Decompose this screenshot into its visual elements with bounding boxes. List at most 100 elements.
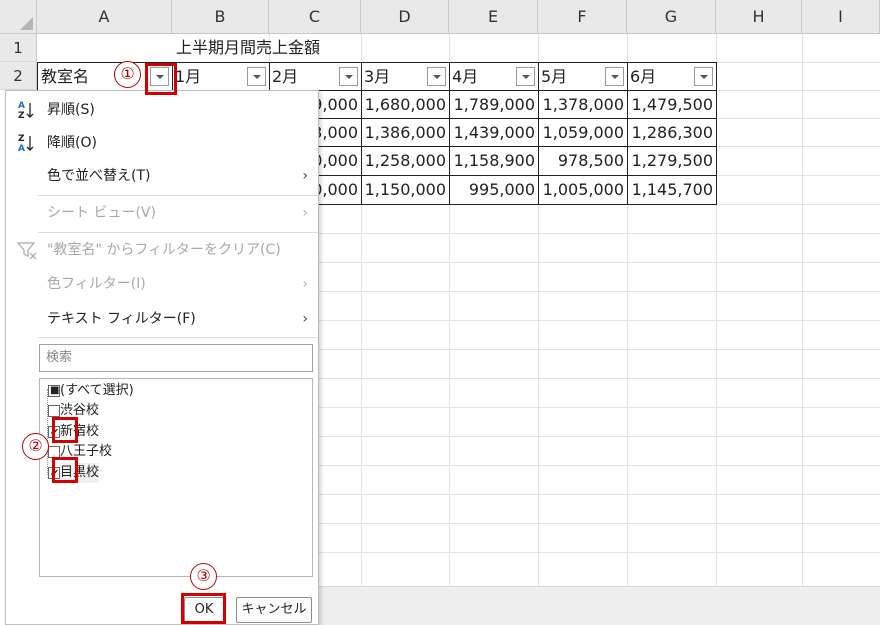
gridline bbox=[802, 34, 803, 625]
data-cell[interactable]: 1,286,300 bbox=[627, 118, 717, 147]
highlight-checkbox bbox=[52, 417, 78, 443]
header-cell-apr[interactable]: 4月 bbox=[449, 62, 539, 91]
highlight-checkbox bbox=[52, 457, 78, 483]
data-cell[interactable]: 1,789,000 bbox=[449, 90, 539, 119]
header-label: 教室名 bbox=[41, 67, 90, 86]
step-marker-1: ① bbox=[114, 61, 141, 88]
header-label: 6月 bbox=[630, 67, 657, 86]
col-header-h[interactable]: H bbox=[716, 0, 802, 34]
text-filter-item[interactable]: テキスト フィルター(F) › bbox=[6, 304, 318, 334]
menu-label: 降順(O) bbox=[47, 135, 97, 151]
cell-value: 3,000 bbox=[312, 123, 358, 142]
partial-check-icon: ■ bbox=[50, 385, 60, 396]
sheet-view-item[interactable]: シート ビュー(V) › bbox=[6, 198, 318, 228]
sort-descending-icon: ZA bbox=[16, 132, 38, 154]
menu-separator bbox=[38, 337, 318, 338]
list-item-select-all[interactable]: ■ (すべて選択) bbox=[48, 381, 134, 401]
data-cell[interactable]: 1,378,000 bbox=[538, 90, 628, 119]
header-cell-feb[interactable]: 2月 bbox=[269, 62, 362, 91]
highlight-ok-button bbox=[181, 593, 226, 624]
menu-separator bbox=[38, 195, 318, 196]
menu-separator bbox=[38, 232, 318, 233]
col-header-g[interactable]: G bbox=[627, 0, 716, 34]
cell-value: 9,000 bbox=[312, 95, 358, 114]
data-cell[interactable]: 1,479,500 bbox=[627, 90, 717, 119]
data-cell[interactable]: 1,439,000 bbox=[449, 118, 539, 147]
color-filter-item[interactable]: 色フィルター(I) › bbox=[6, 269, 318, 299]
menu-label: 昇順(S) bbox=[47, 102, 95, 118]
header-label: 1月 bbox=[175, 67, 202, 86]
list-item-label: (すべて選択) bbox=[60, 383, 134, 398]
cell-value: 0,000 bbox=[312, 180, 358, 199]
sort-by-color-item[interactable]: 色で並べ替え(T) › bbox=[6, 161, 318, 191]
sort-descending-item[interactable]: ZA 降順(O) bbox=[6, 128, 318, 158]
clear-filter-icon bbox=[16, 239, 38, 261]
header-label: 4月 bbox=[452, 67, 479, 86]
svg-text:A: A bbox=[18, 101, 25, 111]
header-cell-may[interactable]: 5月 bbox=[538, 62, 628, 91]
col-header-i[interactable]: I bbox=[802, 0, 880, 34]
header-cell-mar[interactable]: 3月 bbox=[361, 62, 450, 91]
header-label: 5月 bbox=[541, 67, 568, 86]
row-header-1[interactable]: 1 bbox=[0, 34, 37, 62]
chevron-right-icon: › bbox=[302, 276, 308, 292]
row-header-2[interactable]: 2 bbox=[0, 62, 37, 90]
col-header-f[interactable]: F bbox=[538, 0, 627, 34]
table-title[interactable]: 上半期月間売上金額 bbox=[176, 34, 376, 62]
menu-label: "教室名" からフィルターをクリア(C) bbox=[47, 242, 281, 258]
chevron-right-icon: › bbox=[302, 311, 308, 327]
chevron-right-icon: › bbox=[302, 168, 308, 184]
filter-dropdown-button[interactable] bbox=[694, 67, 713, 86]
highlight-filter-button bbox=[145, 63, 177, 95]
menu-label: シート ビュー(V) bbox=[47, 205, 156, 221]
svg-text:Z: Z bbox=[18, 111, 25, 121]
chevron-right-icon: › bbox=[302, 205, 308, 221]
step-marker-2: ② bbox=[22, 433, 49, 460]
data-cell[interactable]: 1,145,700 bbox=[627, 175, 717, 205]
data-cell[interactable]: 995,000 bbox=[449, 175, 539, 205]
filter-values-list: ■ (すべて選択) 渋谷校 ✔ 新宿校 八王子校 ✔ 目黒校 bbox=[39, 378, 313, 577]
header-label: 3月 bbox=[364, 67, 391, 86]
data-cell[interactable]: 1,386,000 bbox=[361, 118, 450, 147]
col-header-e[interactable]: E bbox=[449, 0, 538, 34]
data-cell[interactable]: 1,258,000 bbox=[361, 146, 450, 176]
col-header-a[interactable]: A bbox=[37, 0, 172, 34]
header-cell-jan[interactable]: 1月 bbox=[172, 62, 270, 91]
header-cell-jun[interactable]: 6月 bbox=[627, 62, 717, 91]
corner-triangle-icon bbox=[20, 17, 33, 30]
data-cell[interactable]: 1,005,000 bbox=[538, 175, 628, 205]
select-all-corner[interactable] bbox=[0, 0, 37, 34]
list-item-label: 渋谷校 bbox=[60, 403, 100, 418]
data-cell[interactable]: 1,279,500 bbox=[627, 146, 717, 176]
cancel-button[interactable]: キャンセル bbox=[236, 597, 312, 623]
checkbox[interactable] bbox=[48, 405, 60, 417]
filter-dropdown-button[interactable] bbox=[247, 67, 266, 86]
header-label: 2月 bbox=[272, 67, 299, 86]
data-cell[interactable]: 1,059,000 bbox=[538, 118, 628, 147]
menu-label: 色で並べ替え(T) bbox=[47, 168, 151, 184]
menu-label: テキスト フィルター(F) bbox=[47, 311, 196, 327]
data-cell[interactable]: 1,150,000 bbox=[361, 175, 450, 205]
status-area bbox=[319, 586, 880, 625]
data-cell[interactable]: 1,680,000 bbox=[361, 90, 450, 119]
col-header-c[interactable]: C bbox=[269, 0, 361, 34]
data-cell[interactable]: 978,500 bbox=[538, 146, 628, 176]
sort-ascending-item[interactable]: AZ 昇順(S) bbox=[6, 95, 318, 125]
filter-dropdown-button[interactable] bbox=[516, 67, 535, 86]
col-header-b[interactable]: B bbox=[172, 0, 269, 34]
checkbox[interactable]: ■ bbox=[48, 385, 60, 397]
sort-ascending-icon: AZ bbox=[16, 99, 38, 121]
search-input[interactable]: 検索 bbox=[39, 344, 313, 372]
filter-dropdown-button[interactable] bbox=[605, 67, 624, 86]
clear-filter-item[interactable]: "教室名" からフィルターをクリア(C) bbox=[6, 235, 318, 265]
filter-dropdown-button[interactable] bbox=[339, 67, 358, 86]
cell-value: 0,000 bbox=[312, 151, 358, 170]
autofilter-dropdown: AZ 昇順(S) ZA 降順(O) 色で並べ替え(T) › シート ビュー(V)… bbox=[5, 90, 319, 625]
svg-text:Z: Z bbox=[18, 134, 25, 144]
filter-dropdown-button[interactable] bbox=[427, 67, 446, 86]
menu-label: 色フィルター(I) bbox=[47, 276, 146, 292]
col-header-d[interactable]: D bbox=[361, 0, 449, 34]
step-marker-3: ③ bbox=[190, 563, 217, 590]
svg-text:A: A bbox=[18, 144, 25, 154]
data-cell[interactable]: 1,158,900 bbox=[449, 146, 539, 176]
